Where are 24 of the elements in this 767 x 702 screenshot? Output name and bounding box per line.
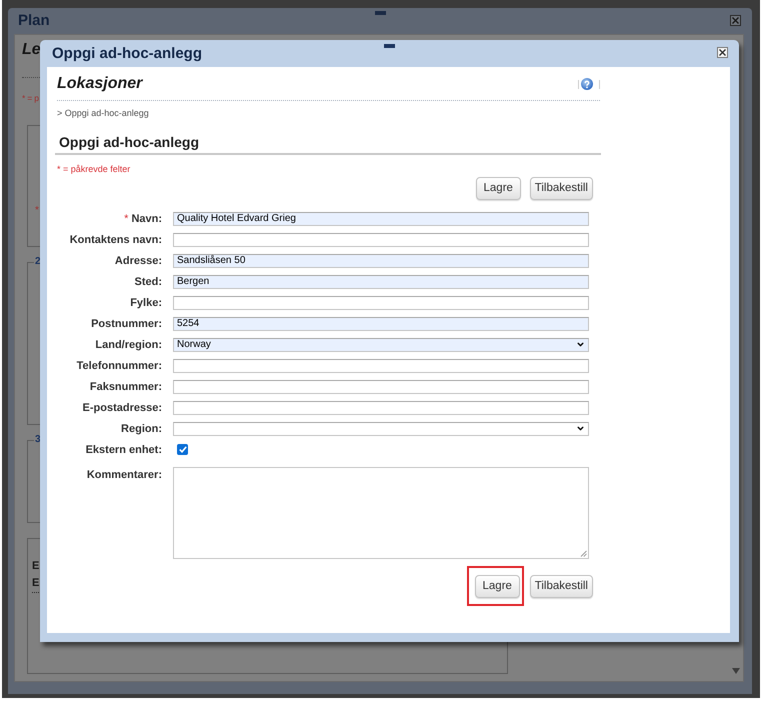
field-label: Sted: bbox=[134, 274, 162, 288]
required-note: * = påkrevde felter bbox=[57, 163, 130, 175]
field-label: E-postadresse: bbox=[82, 400, 162, 414]
field-text: E bbox=[32, 575, 40, 593]
field-label: Kommentarer: bbox=[86, 468, 162, 482]
required-mark: * bbox=[35, 205, 39, 217]
page-title: Lokasjoner bbox=[57, 74, 142, 94]
breadcrumb: > Oppgi ad-hoc-anlegg bbox=[57, 107, 149, 119]
field-label: * Navn: bbox=[123, 212, 162, 226]
page-heading: Le bbox=[22, 40, 41, 60]
field-label: Adresse: bbox=[114, 254, 162, 268]
dialog-title: Oppgi ad-hoc-anlegg bbox=[52, 44, 202, 62]
field-label: Fylke: bbox=[129, 296, 162, 310]
field-label: Land/region: bbox=[94, 338, 162, 352]
section-title: Oppgi ad-hoc-anlegg bbox=[58, 133, 199, 151]
field-label: Faksnummer: bbox=[88, 380, 162, 394]
field-label: Telefonnummer: bbox=[76, 358, 162, 372]
field-label: Postnummer: bbox=[90, 316, 162, 330]
window-title: Plan bbox=[18, 12, 50, 30]
field-label: Ekstern enhet: bbox=[84, 442, 162, 456]
field-text: E bbox=[32, 559, 40, 574]
field-label: Region: bbox=[120, 422, 162, 436]
field-label: Kontaktens navn: bbox=[68, 232, 162, 246]
required-note: * = p bbox=[22, 92, 39, 104]
